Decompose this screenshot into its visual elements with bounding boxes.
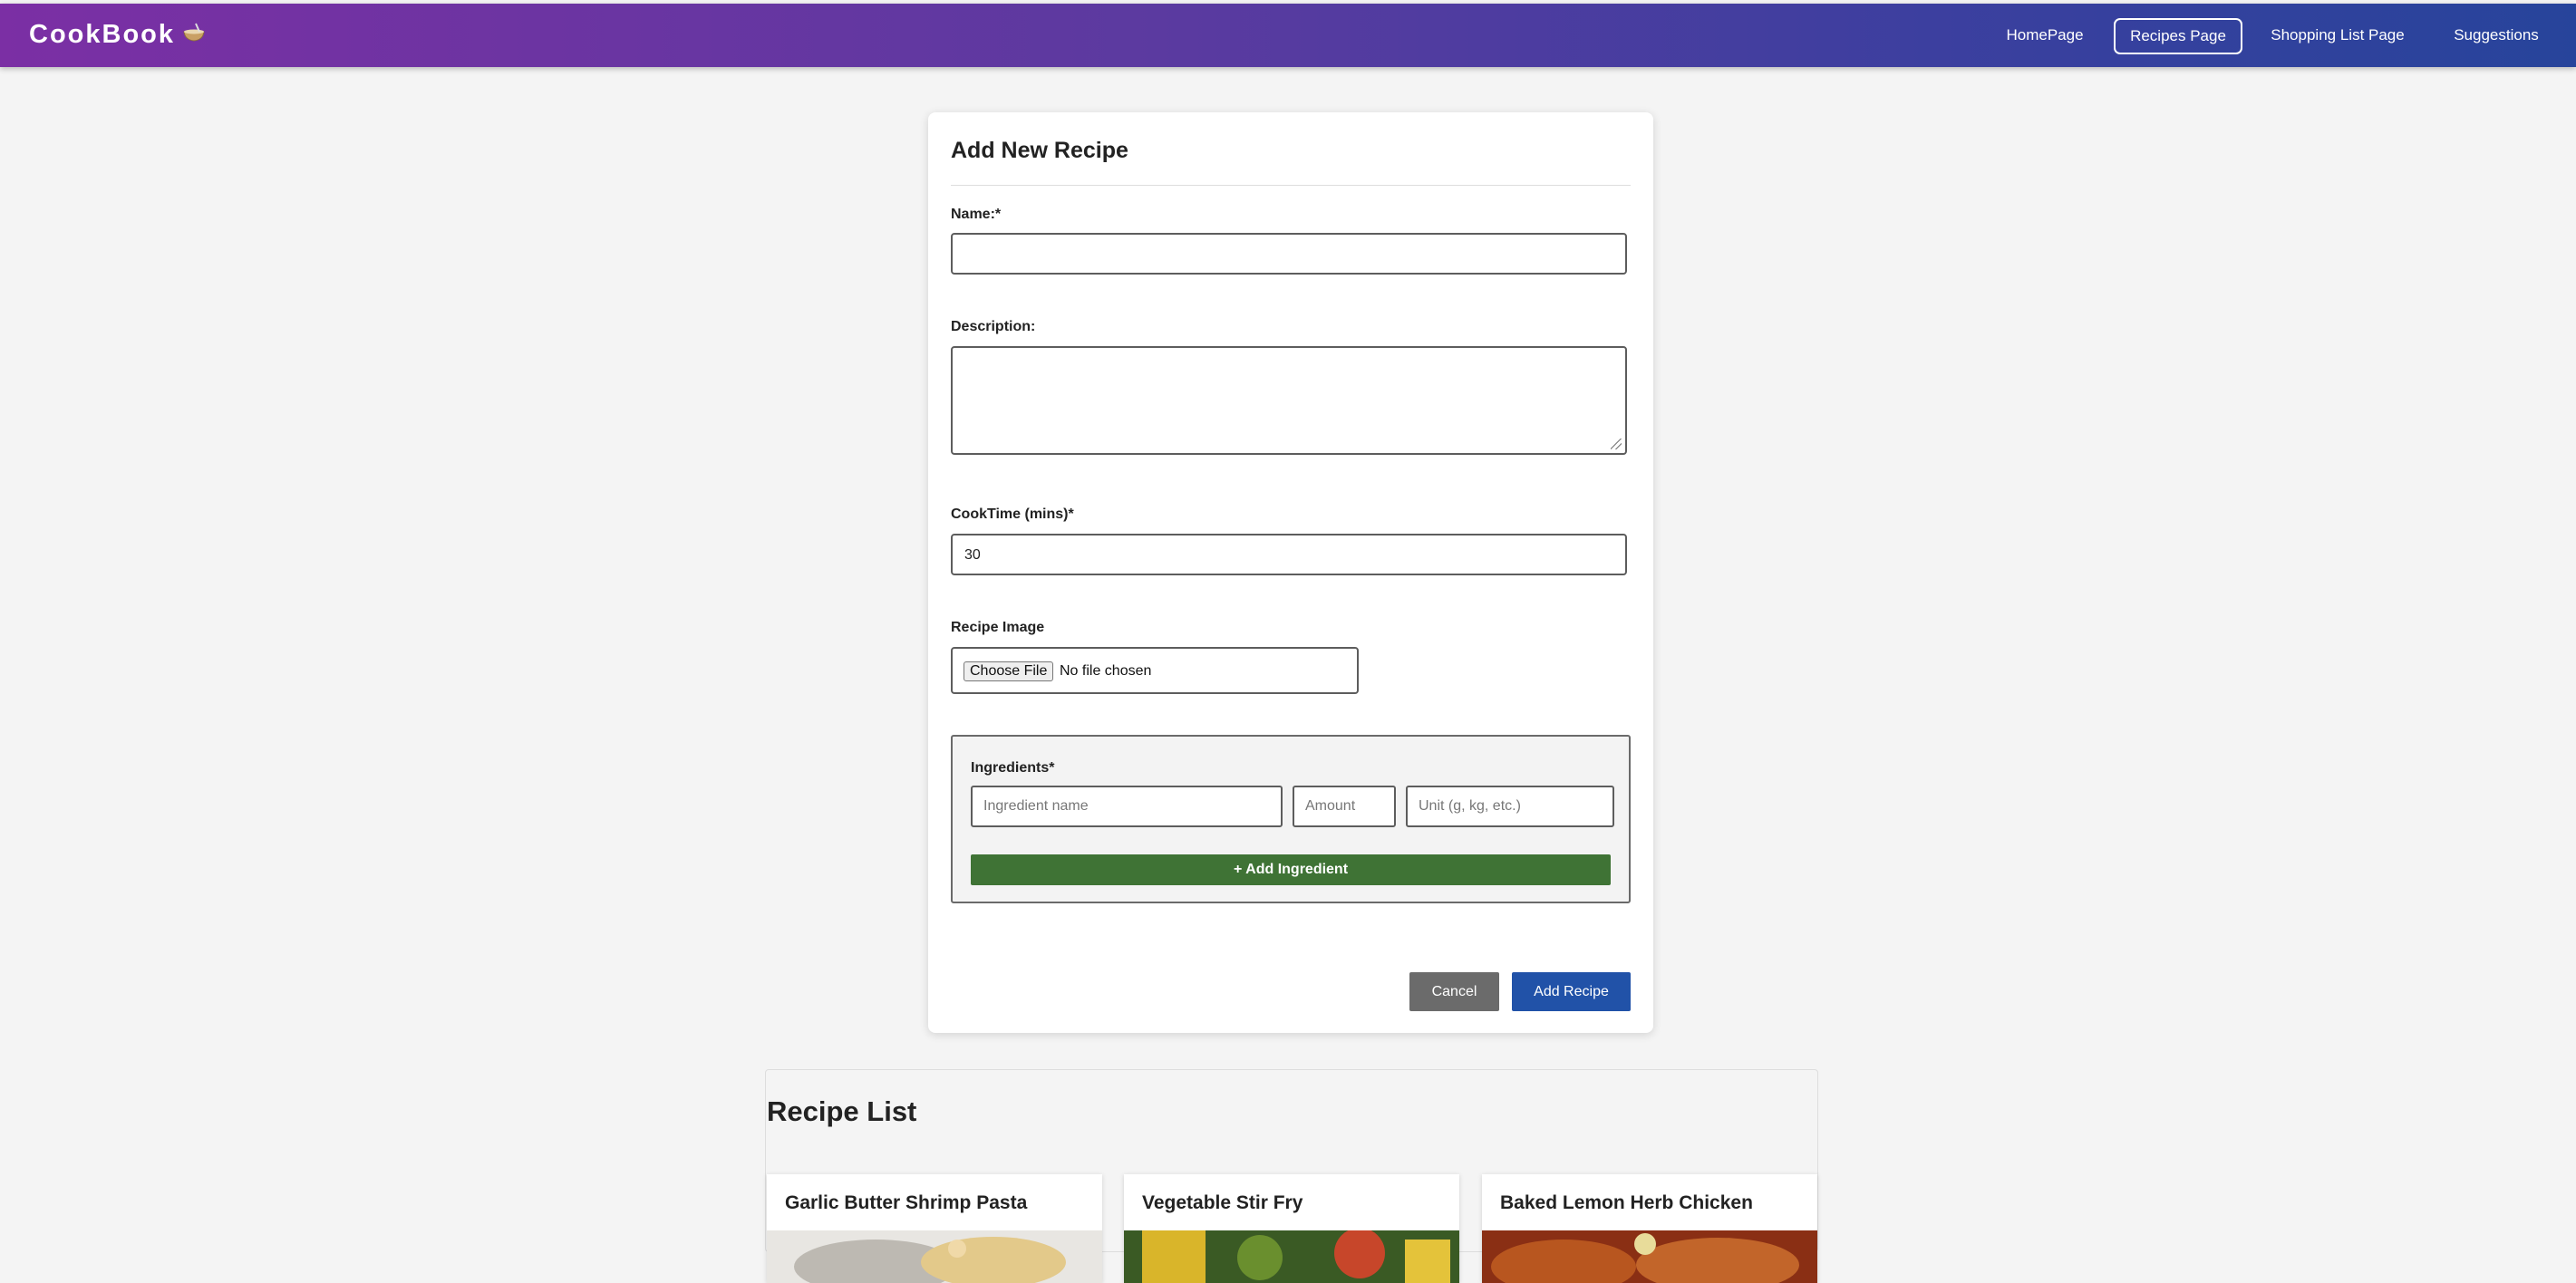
title-divider xyxy=(951,185,1631,186)
nav-link-suggestions[interactable]: Suggestions xyxy=(2438,18,2554,53)
unit-input[interactable]: Unit (g, kg, etc.) xyxy=(1406,786,1614,827)
form-title: Add New Recipe xyxy=(951,138,1128,163)
nav-link-recipes-page[interactable]: Recipes Page xyxy=(2114,18,2242,54)
recipe-image xyxy=(767,1230,1102,1283)
file-status-text: No file chosen xyxy=(1060,663,1152,679)
name-label: Name:* xyxy=(951,207,1002,222)
cooktime-input[interactable]: 30 xyxy=(951,534,1627,575)
brand-name: CookBook xyxy=(29,20,175,49)
recipe-card[interactable]: Vegetable Stir Fry xyxy=(1124,1174,1459,1283)
recipe-image xyxy=(1482,1230,1817,1283)
recipe-card-title: Baked Lemon Herb Chicken xyxy=(1500,1192,1753,1213)
nav-link-homepage[interactable]: HomePage xyxy=(1994,18,2096,53)
ingredient-name-placeholder: Ingredient name xyxy=(983,798,1089,814)
description-textarea[interactable] xyxy=(951,346,1627,455)
cancel-button[interactable]: Cancel xyxy=(1409,972,1499,1011)
recipe-image-label: Recipe Image xyxy=(951,620,1045,635)
nav-link-shopping-list-page[interactable]: Shopping List Page xyxy=(2261,18,2415,53)
add-recipe-form: Add New Recipe Name:* Description: CookT… xyxy=(928,112,1653,1033)
recipe-card-title: Garlic Butter Shrimp Pasta xyxy=(785,1192,1028,1213)
add-ingredient-button[interactable]: + Add Ingredient xyxy=(971,854,1611,885)
top-navbar: CookBook HomePage Recipes Page Shopping … xyxy=(0,4,2576,67)
ingredients-section: Ingredients* Ingredient name Amount Unit… xyxy=(951,735,1631,903)
recipe-card[interactable]: Baked Lemon Herb Chicken xyxy=(1482,1174,1817,1283)
cooktime-value: 30 xyxy=(964,547,981,563)
unit-placeholder: Unit (g, kg, etc.) xyxy=(1419,798,1521,814)
recipe-card-title: Vegetable Stir Fry xyxy=(1142,1192,1303,1213)
ingredients-label: Ingredients* xyxy=(971,760,1055,776)
recipe-image xyxy=(1124,1228,1459,1283)
recipe-card[interactable]: Garlic Butter Shrimp Pasta xyxy=(767,1174,1102,1283)
ingredient-name-input[interactable]: Ingredient name xyxy=(971,786,1283,827)
cooktime-label: CookTime (mins)* xyxy=(951,506,1074,522)
description-label: Description: xyxy=(951,319,1036,334)
recipe-list-title: Recipe List xyxy=(767,1095,917,1127)
add-recipe-button[interactable]: Add Recipe xyxy=(1512,972,1631,1011)
amount-placeholder: Amount xyxy=(1305,798,1356,814)
recipe-list-section: Recipe List Garlic Butter Shrimp Pasta V… xyxy=(765,1069,1818,1283)
bowl-with-spoon-icon xyxy=(182,23,206,49)
brand-logo[interactable]: CookBook xyxy=(29,20,206,50)
choose-file-button[interactable]: Choose File xyxy=(964,661,1054,681)
amount-input[interactable]: Amount xyxy=(1293,786,1396,827)
recipe-image-file-input[interactable]: Choose File No file chosen xyxy=(951,647,1359,694)
resize-grip-icon[interactable] xyxy=(1611,439,1622,449)
name-input[interactable] xyxy=(951,233,1627,275)
